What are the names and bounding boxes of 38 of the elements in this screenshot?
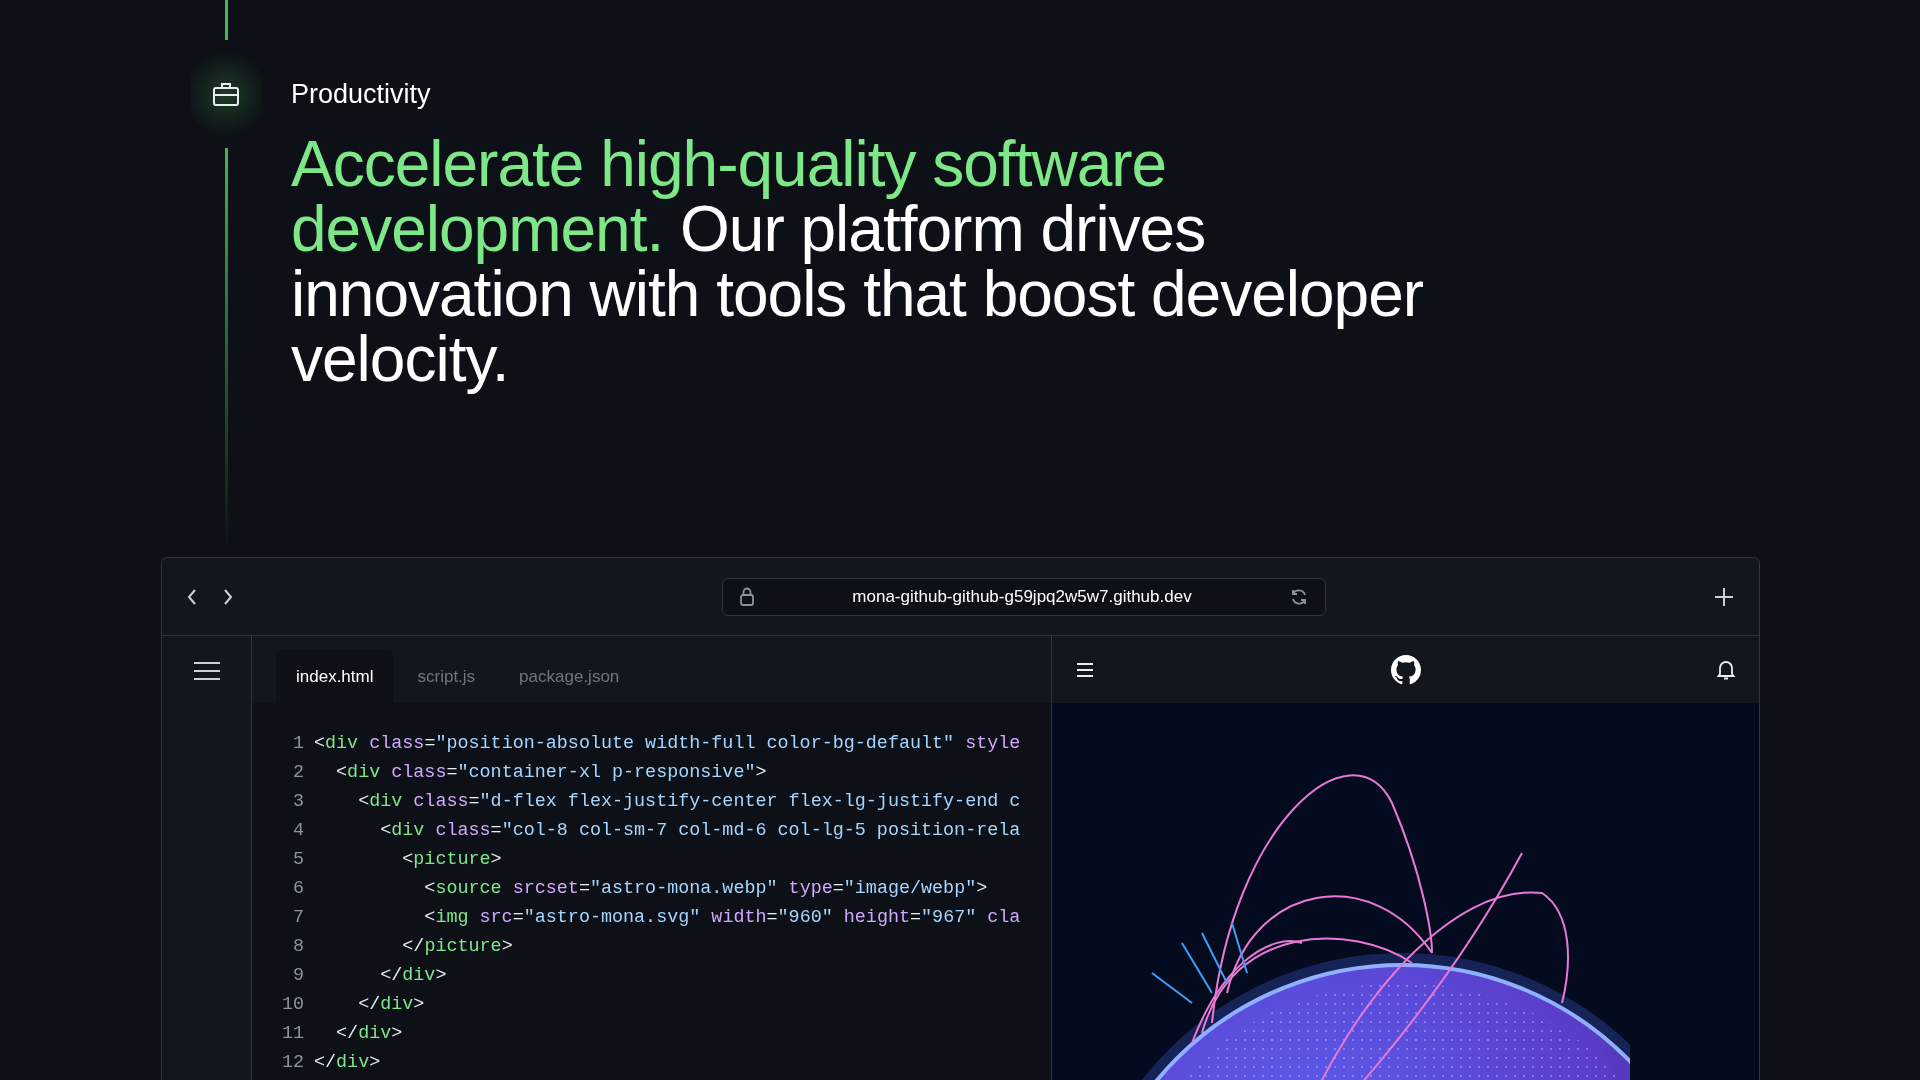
code-line: <div class="col-8 col-sm-7 col-md-6 col-lg-5 position-rela — [379, 819, 1021, 843]
code-line: <source srcset="astro-mona.webp" type="image/webp"> — [423, 877, 988, 901]
bell-icon[interactable] — [1717, 659, 1735, 680]
section-label: Productivity — [291, 78, 432, 111]
file-tab[interactable]: script.js — [397, 649, 496, 703]
code-line: </div> — [379, 964, 447, 988]
line-number: 6 — [291, 877, 305, 901]
cat-logo-icon[interactable] — [1390, 654, 1421, 685]
code-line: <div class="position-absolute width-full color-bg-default" style — [314, 732, 1021, 756]
url-text: mona-github-github-g59jpq2w5w7.github.dev — [851, 585, 1193, 608]
code-line: <picture> — [401, 848, 502, 872]
line-number: 2 — [291, 761, 305, 785]
url-field[interactable]: mona-github-github-g59jpq2w5w7.github.dev — [722, 577, 1326, 616]
line-number: 4 — [291, 819, 305, 843]
line-number: 10 — [280, 993, 305, 1017]
line-number: 11 — [280, 1022, 305, 1046]
code-line: </picture> — [401, 935, 513, 959]
code-line: </div> — [335, 1022, 403, 1046]
line-number: 9 — [291, 964, 305, 988]
line-number: 3 — [291, 790, 305, 814]
lock-icon — [739, 586, 755, 607]
plus-icon[interactable] — [1713, 585, 1735, 608]
file-tab[interactable]: package.json — [499, 649, 640, 703]
line-number: 12 — [280, 1051, 305, 1075]
code-line: <div class="d-flex flex-justify-center flex-lg-justify-end c — [357, 790, 1021, 814]
briefcase-icon — [212, 81, 240, 107]
code-line: <img src="astro-mona.svg" width="960" height="967" cla — [423, 906, 1021, 930]
code-line: </div> — [357, 993, 425, 1017]
line-number: 1 — [291, 732, 305, 756]
line-number: 5 — [291, 848, 305, 872]
section-heading: Accelerate high-quality software development. Our platform drives innovation with tools that boost developer velocity. — [291, 132, 1425, 393]
code-line: <div class="container-xl p-responsive"> — [335, 761, 767, 785]
menu-icon[interactable] — [1076, 661, 1094, 678]
menu-icon[interactable] — [192, 660, 221, 682]
line-number: 7 — [291, 906, 305, 930]
code-line: </div> — [314, 1051, 381, 1075]
line-number: 8 — [291, 935, 305, 959]
file-tab[interactable]: index.html — [276, 649, 394, 703]
